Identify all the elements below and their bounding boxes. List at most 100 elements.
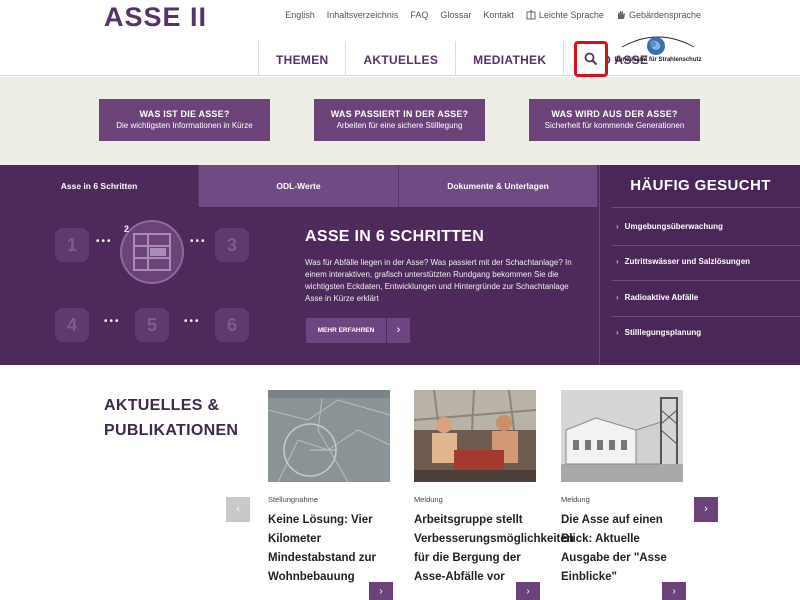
news-card[interactable]: Stellungnahme Keine Lösung: Vier Kilomet… — [267, 389, 391, 587]
step-1: 1 — [55, 228, 89, 262]
carousel-prev-button[interactable]: ‹ — [226, 497, 250, 522]
page: ASSE II English Inhaltsverzeichnis FAQ G… — [0, 0, 800, 600]
utility-nav: English Inhaltsverzeichnis FAQ Glossar K… — [273, 10, 701, 20]
dots: ••• — [96, 236, 113, 247]
site-logo[interactable]: ASSE II — [104, 2, 207, 33]
tile-was-wird[interactable]: WAS WIRD AUS DER ASSE? Sicherheit für ko… — [529, 99, 700, 141]
faq-panel: HÄUFIG GESUCHT › Umgebungsüberwachung › Zu… — [599, 165, 800, 365]
sign-language-icon — [617, 11, 625, 19]
news-card[interactable]: Meldung Die Asse auf einen Blick: Aktuel… — [561, 390, 683, 587]
chevron-right-icon: › — [616, 293, 619, 302]
tab-bar: Asse in 6 Schritten ODL-Werte Dokumente … — [0, 165, 598, 207]
carousel-next-button[interactable]: › — [694, 497, 718, 522]
utility-label: FAQ — [410, 10, 429, 20]
utility-sign-language-link[interactable]: Gebärdensprache — [616, 10, 701, 20]
utility-label: English — [285, 10, 315, 20]
card-link-button[interactable]: › — [516, 582, 540, 600]
card-title: Die Asse auf einen Blick: Aktuelle Ausga… — [561, 514, 667, 583]
divider — [612, 280, 800, 281]
bfs-label: Bundesamt für Strahlenschutz — [614, 57, 702, 63]
hero-title: ASSE IN 6 SCHRITTEN — [305, 228, 485, 245]
nav-mediathek[interactable]: MEDIATHEK — [455, 41, 563, 76]
chevron-right-icon: › — [704, 503, 708, 515]
chevron-right-icon: › — [379, 586, 383, 597]
steps-graphic[interactable]: 1 ••• 2 ••• 3 4 ••• 5 ••• 6 — [50, 220, 250, 355]
tile-subtitle: Arbeiten für eine sichere Stilllegung — [336, 121, 463, 130]
chevron-right-icon: › — [526, 586, 530, 597]
divider — [612, 316, 800, 317]
step-4: 4 — [55, 308, 89, 342]
tile-subtitle: Die wichtigsten Informationen in Kürze — [116, 121, 253, 130]
search-button[interactable] — [574, 41, 608, 77]
faq-item-label: Zutrittswässer und Salzlösungen — [624, 257, 751, 266]
card-kind: Meldung — [561, 495, 590, 504]
faq-title: HÄUFIG GESUCHT — [630, 177, 771, 194]
utility-easy-language-link[interactable]: Leichte Sprache — [526, 10, 604, 20]
card-title: Keine Lösung: Vier Kilometer Mindestabst… — [268, 514, 376, 583]
faq-item-label: Stilllegungsplanung — [624, 328, 702, 337]
tile-title: WAS IST DIE ASSE? — [139, 109, 230, 119]
faq-item-zutritt[interactable]: › Zutrittswässer und Salzlösungen — [616, 257, 750, 266]
card-link-button[interactable]: › — [662, 582, 686, 600]
faq-item-stilllegung[interactable]: › Stilllegungsplanung — [616, 328, 701, 337]
divider — [612, 245, 800, 246]
chevron-right-icon: › — [672, 586, 676, 597]
news-heading: AKTUELLES & PUBLIKATIONEN — [104, 393, 238, 443]
tile-title: WAS WIRD AUS DER ASSE? — [551, 109, 678, 119]
site-header: ASSE II English Inhaltsverzeichnis FAQ G… — [0, 0, 800, 77]
tile-subtitle: Sicherheit für kommende Generationen — [544, 121, 685, 130]
utility-label: Leichte Sprache — [538, 10, 604, 20]
faq-item-label: Radioaktive Abfälle — [624, 293, 699, 302]
easy-language-icon — [526, 10, 536, 20]
learn-more-label: MEHR ERFAHREN — [317, 327, 375, 334]
news-heading-line: PUBLIKATIONEN — [104, 422, 239, 439]
tile-was-ist[interactable]: WAS IST DIE ASSE? Die wichtigsten Inform… — [99, 99, 270, 141]
tab-odl-werte[interactable]: ODL-Werte — [199, 165, 399, 207]
tab-asse-6-schritten[interactable]: Asse in 6 Schritten — [0, 165, 199, 207]
card-title: Arbeitsgruppe stellt Verbesserungsmöglic… — [414, 514, 574, 583]
building-image — [561, 390, 683, 482]
step-2-highlight: 2 — [120, 220, 184, 284]
news-card[interactable]: Meldung Arbeitsgruppe stellt Verbesserun… — [413, 389, 574, 587]
tab-dokumente[interactable]: Dokumente & Unterlagen — [399, 165, 598, 207]
chevron-right-icon: › — [616, 328, 619, 337]
news-heading-line: AKTUELLES & — [104, 397, 220, 414]
chevron-right-icon: › — [386, 318, 410, 343]
hero-text: Was für Abfälle liegen in der Asse? Was … — [305, 258, 572, 303]
step-5: 5 — [135, 308, 169, 342]
chevron-left-icon: ‹ — [236, 503, 240, 515]
dots: ••• — [184, 316, 201, 327]
utility-label: Kontakt — [483, 10, 514, 20]
card-kind: Stellungnahme — [268, 495, 319, 504]
utility-label: Glossar — [440, 10, 472, 20]
faq-item-umgebung[interactable]: › Umgebungsüberwachung — [616, 222, 723, 231]
utility-label: Gebärdensprache — [628, 10, 701, 20]
faq-item-label: Umgebungsüberwachung — [624, 222, 723, 231]
step-3: 3 — [215, 228, 249, 262]
divider — [612, 207, 800, 208]
utility-english-link[interactable]: English — [285, 10, 315, 20]
card-link-button[interactable]: › — [369, 582, 393, 600]
dots: ••• — [104, 316, 121, 327]
utility-contact-link[interactable]: Kontakt — [483, 10, 514, 20]
learn-more-button[interactable]: MEHR ERFAHREN › — [306, 318, 410, 343]
chevron-right-icon: › — [616, 222, 619, 231]
utility-glossary-link[interactable]: Glossar — [440, 10, 471, 20]
bfs-logo[interactable] — [612, 33, 704, 71]
step-2-label: 2 — [124, 224, 130, 234]
utility-index-link[interactable]: Inhaltsverzeichnis — [327, 10, 399, 20]
faq-item-radioaktiv[interactable]: › Radioaktive Abfälle — [616, 293, 698, 302]
utility-faq-link[interactable]: FAQ — [410, 10, 428, 20]
tile-was-passiert[interactable]: WAS PASSIERT IN DER ASSE? Arbeiten für e… — [314, 99, 485, 141]
tile-title: WAS PASSIERT IN DER ASSE? — [330, 109, 469, 119]
nav-themen[interactable]: THEMEN — [258, 41, 345, 76]
workers-image — [413, 389, 537, 482]
search-icon — [584, 52, 598, 66]
layers-icon — [133, 233, 171, 271]
card-kind: Meldung — [414, 495, 443, 504]
feature-band: WAS IST DIE ASSE? Die wichtigsten Inform… — [0, 77, 800, 165]
chevron-right-icon: › — [616, 257, 619, 266]
map-image — [267, 389, 391, 483]
nav-aktuelles[interactable]: AKTUELLES — [345, 41, 455, 76]
utility-label: Inhaltsverzeichnis — [326, 10, 399, 20]
